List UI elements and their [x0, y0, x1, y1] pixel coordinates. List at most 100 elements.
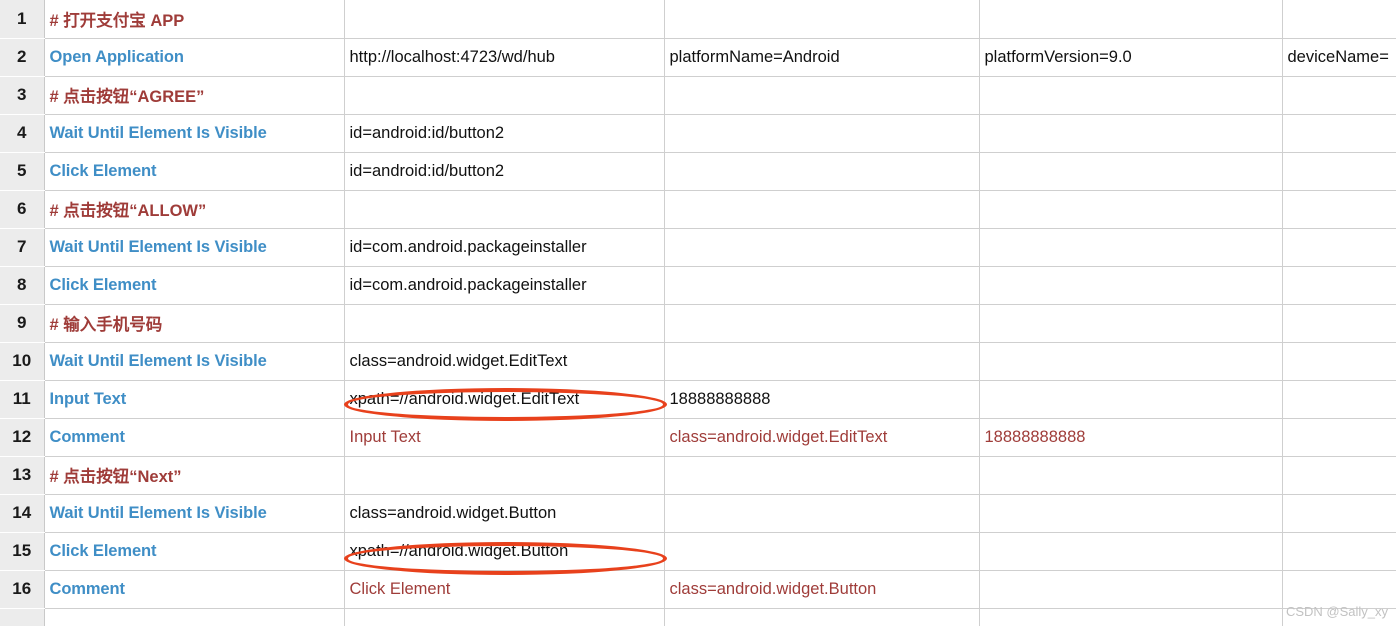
cell-A[interactable]: [44, 608, 345, 626]
cell-D14[interactable]: [979, 494, 1283, 533]
cell-C6[interactable]: [664, 190, 980, 229]
cell-D16[interactable]: [979, 570, 1283, 609]
cell-B[interactable]: [344, 608, 665, 626]
cell-B8[interactable]: id=com.android.packageinstaller: [344, 266, 665, 305]
cell-B2[interactable]: http://localhost:4723/wd/hub: [344, 38, 665, 77]
cell-E14[interactable]: [1282, 494, 1396, 533]
cell-A2[interactable]: Open Application: [44, 38, 345, 77]
cell-B5[interactable]: id=android:id/button2: [344, 152, 665, 191]
cell-E13[interactable]: [1282, 456, 1396, 495]
cell-C11[interactable]: 18888888888: [664, 380, 980, 419]
row-header-number[interactable]: 13: [0, 456, 45, 495]
cell-C7[interactable]: [664, 228, 980, 267]
cell-C5[interactable]: [664, 152, 980, 191]
row-header-number[interactable]: 1: [0, 0, 45, 39]
cell-B10[interactable]: class=android.widget.EditText: [344, 342, 665, 381]
cell-C16[interactable]: class=android.widget.Button: [664, 570, 980, 609]
cell-D12[interactable]: 18888888888: [979, 418, 1283, 457]
row-header-number[interactable]: [0, 608, 45, 626]
row-header-number[interactable]: 8: [0, 266, 45, 305]
cell-E8[interactable]: [1282, 266, 1396, 305]
cell-D3[interactable]: [979, 76, 1283, 115]
table-row[interactable]: 15 Click Element xpath=//android.widget.Bu…: [0, 532, 1396, 571]
cell-D4[interactable]: [979, 114, 1283, 153]
cell-A5[interactable]: Click Element: [44, 152, 345, 191]
row-header-number[interactable]: 11: [0, 380, 45, 419]
cell-D1[interactable]: [979, 0, 1283, 39]
row-header-number[interactable]: 10: [0, 342, 45, 381]
cell-D13[interactable]: [979, 456, 1283, 495]
cell-C15[interactable]: [664, 532, 980, 571]
cell-B11[interactable]: xpath=//android.widget.EditText: [344, 380, 665, 419]
cell-D9[interactable]: [979, 304, 1283, 343]
cell-C14[interactable]: [664, 494, 980, 533]
table-row[interactable]: 8 Click Element id=com.android.packageinst…: [0, 266, 1396, 305]
row-header-number[interactable]: 14: [0, 494, 45, 533]
table-row[interactable]: 5 Click Element id=android:id/button2: [0, 152, 1396, 191]
cell-B9[interactable]: [344, 304, 665, 343]
cell-E5[interactable]: [1282, 152, 1396, 191]
cell-E16[interactable]: [1282, 570, 1396, 609]
cell-A12[interactable]: Comment: [44, 418, 345, 457]
cell-B4[interactable]: id=android:id/button2: [344, 114, 665, 153]
table-row[interactable]: 3 # 点击按钮“AGREE”: [0, 76, 1396, 115]
row-header-number[interactable]: 2: [0, 38, 45, 77]
cell-B13[interactable]: [344, 456, 665, 495]
cell-D15[interactable]: [979, 532, 1283, 571]
cell-C13[interactable]: [664, 456, 980, 495]
cell-A3[interactable]: # 点击按钮“AGREE”: [44, 76, 345, 115]
cell-B3[interactable]: [344, 76, 665, 115]
cell-C10[interactable]: [664, 342, 980, 381]
table-row[interactable]: [0, 608, 1396, 626]
row-header-number[interactable]: 12: [0, 418, 45, 457]
cell-A9[interactable]: # 输入手机号码: [44, 304, 345, 343]
cell-B14[interactable]: class=android.widget.Button: [344, 494, 665, 533]
cell-E2[interactable]: deviceName=: [1282, 38, 1396, 77]
cell-E6[interactable]: [1282, 190, 1396, 229]
table-row[interactable]: 14 Wait Until Element Is Visible class=and…: [0, 494, 1396, 533]
cell-C4[interactable]: [664, 114, 980, 153]
cell-B6[interactable]: [344, 190, 665, 229]
row-header-number[interactable]: 9: [0, 304, 45, 343]
row-header-number[interactable]: 6: [0, 190, 45, 229]
cell-A13[interactable]: # 点击按钮“Next”: [44, 456, 345, 495]
cell-E7[interactable]: [1282, 228, 1396, 267]
cell-C8[interactable]: [664, 266, 980, 305]
cell-A1[interactable]: # 打开支付宝 APP: [44, 0, 345, 39]
cell-A8[interactable]: Click Element: [44, 266, 345, 305]
table-row[interactable]: 11 Input Text xpath=//android.widget.EditT…: [0, 380, 1396, 419]
table-row[interactable]: 12 Comment Input Text class=android.widget.…: [0, 418, 1396, 457]
cell-E9[interactable]: [1282, 304, 1396, 343]
row-header-number[interactable]: 16: [0, 570, 45, 609]
table-row[interactable]: 6 # 点击按钮“ALLOW”: [0, 190, 1396, 229]
cell-C12[interactable]: class=android.widget.EditText: [664, 418, 980, 457]
cell-A6[interactable]: # 点击按钮“ALLOW”: [44, 190, 345, 229]
table-row[interactable]: 4 Wait Until Element Is Visible id=android…: [0, 114, 1396, 153]
cell-B15[interactable]: xpath=//android.widget.Button: [344, 532, 665, 571]
table-row[interactable]: 7 Wait Until Element Is Visible id=com.and…: [0, 228, 1396, 267]
cell-A7[interactable]: Wait Until Element Is Visible: [44, 228, 345, 267]
row-header-number[interactable]: 3: [0, 76, 45, 115]
cell-E10[interactable]: [1282, 342, 1396, 381]
row-header-number[interactable]: 7: [0, 228, 45, 267]
cell-C9[interactable]: [664, 304, 980, 343]
cell-D8[interactable]: [979, 266, 1283, 305]
cell-A14[interactable]: Wait Until Element Is Visible: [44, 494, 345, 533]
cell-A16[interactable]: Comment: [44, 570, 345, 609]
table-row[interactable]: 16 Comment Click Element class=android.widg…: [0, 570, 1396, 609]
cell-E1[interactable]: [1282, 0, 1396, 39]
cell-A15[interactable]: Click Element: [44, 532, 345, 571]
table-row[interactable]: 1 # 打开支付宝 APP: [0, 0, 1396, 39]
cell-B7[interactable]: id=com.android.packageinstaller: [344, 228, 665, 267]
cell-E12[interactable]: [1282, 418, 1396, 457]
cell-C2[interactable]: platformName=Android: [664, 38, 980, 77]
cell-D6[interactable]: [979, 190, 1283, 229]
cell-D2[interactable]: platformVersion=9.0: [979, 38, 1283, 77]
cell-A10[interactable]: Wait Until Element Is Visible: [44, 342, 345, 381]
cell-A11[interactable]: Input Text: [44, 380, 345, 419]
cell-D10[interactable]: [979, 342, 1283, 381]
table-row[interactable]: 13 # 点击按钮“Next”: [0, 456, 1396, 495]
cell-C1[interactable]: [664, 0, 980, 39]
cell-B16[interactable]: Click Element: [344, 570, 665, 609]
cell-B12[interactable]: Input Text: [344, 418, 665, 457]
